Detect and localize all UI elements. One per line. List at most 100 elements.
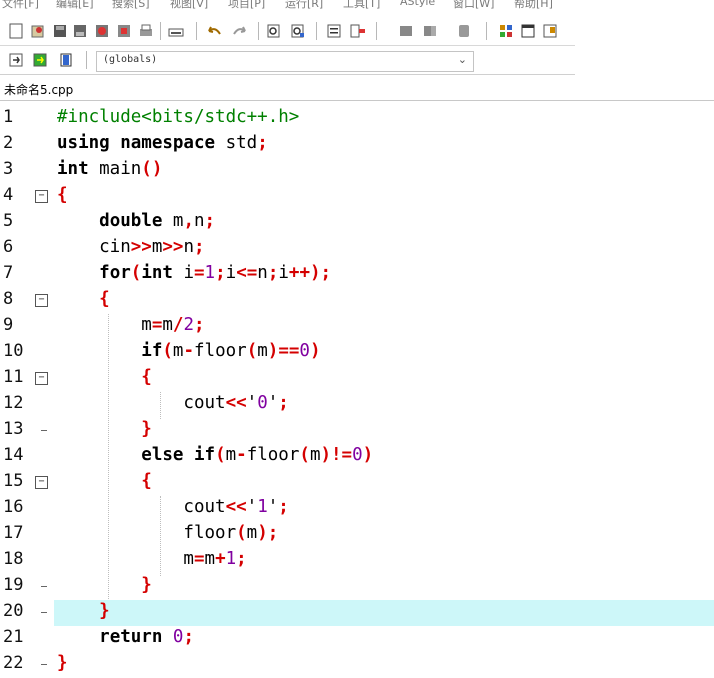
find-icon[interactable] [264, 21, 284, 41]
save-all-icon[interactable] [70, 21, 90, 41]
code-line: 10 if(m-floor(m)==0) [0, 340, 714, 366]
line-number: 6 [3, 237, 14, 257]
line-number: 12 [3, 393, 24, 413]
code-text: double m,n; [99, 211, 216, 231]
menu-run[interactable]: 运行[R] [285, 0, 323, 11]
main-toolbar [0, 17, 575, 46]
fold-end-marker [41, 664, 47, 665]
code-line: 2 using namespace std; [0, 132, 714, 158]
close-file-icon[interactable] [92, 21, 112, 41]
current-code-line: 20 } [0, 600, 714, 626]
code-editor[interactable]: 1 #include<bits/stdc++.h> 2 using namesp… [0, 106, 714, 678]
line-number: 16 [3, 497, 24, 517]
code-text: #include<bits/stdc++.h> [57, 107, 300, 127]
code-line: 5 double m,n; [0, 210, 714, 236]
unindent-icon[interactable] [348, 21, 368, 41]
menu-edit[interactable]: 编辑[E] [56, 0, 94, 11]
fold-end-marker [41, 612, 47, 613]
close-all-icon[interactable] [114, 21, 134, 41]
line-number: 5 [3, 211, 14, 231]
code-line: 6 cin>>m>>n; [0, 236, 714, 262]
line-number: 22 [3, 653, 24, 673]
code-text: cout<<'1'; [57, 497, 289, 517]
print-setup-icon[interactable] [166, 21, 186, 41]
code-text: { [141, 471, 152, 491]
menu-bar: 文件[F] 编辑[E] 搜索[S] 视图[V] 项目[P] 运行[R] 工具[T… [0, 0, 714, 16]
code-text: } [57, 653, 68, 673]
fold-end-marker [41, 430, 47, 431]
line-number: 19 [3, 575, 24, 595]
scope-combo[interactable]: (globals) ⌄ [96, 51, 474, 72]
print-icon[interactable] [136, 21, 156, 41]
fold-toggle-icon[interactable]: − [35, 476, 48, 489]
code-text: } [99, 601, 110, 621]
code-line: 9 m=m/2; [0, 314, 714, 340]
menu-help[interactable]: 帮助[H] [514, 0, 553, 11]
code-text: using namespace std; [57, 133, 268, 153]
line-number: 13 [3, 419, 24, 439]
new-file-icon[interactable] [6, 21, 26, 41]
code-line: 4 − { [0, 184, 714, 210]
menu-window[interactable]: 窗口[W] [453, 0, 494, 11]
line-number: 11 [3, 367, 24, 387]
goto-icon[interactable] [6, 50, 26, 70]
window-icon[interactable] [518, 21, 538, 41]
code-line: 11 − { [0, 366, 714, 392]
code-text: { [141, 367, 152, 387]
code-line: 12 cout<<'0'; [0, 392, 714, 418]
code-line: 1 #include<bits/stdc++.h> [0, 106, 714, 132]
line-number: 4 [3, 185, 14, 205]
save-icon[interactable] [50, 21, 70, 41]
line-number: 1 [3, 107, 14, 127]
code-line: 3 int main() [0, 158, 714, 184]
scope-combo-value: (globals) [103, 54, 158, 65]
line-number: 14 [3, 445, 24, 465]
fold-toggle-icon[interactable]: − [35, 294, 48, 307]
insert-icon[interactable] [30, 50, 50, 70]
project-options-icon[interactable] [540, 21, 560, 41]
line-number: 18 [3, 549, 24, 569]
code-line: 21 return 0; [0, 626, 714, 652]
code-text: } [141, 419, 152, 439]
menu-astyle[interactable]: AStyle [400, 0, 435, 8]
fold-toggle-icon[interactable]: − [35, 372, 48, 385]
code-line: 22 } [0, 652, 714, 678]
indent-icon[interactable] [324, 21, 344, 41]
menu-view[interactable]: 视图[V] [170, 0, 208, 11]
debug-icon[interactable] [454, 21, 474, 41]
menu-project[interactable]: 项目[P] [228, 0, 265, 11]
code-text: { [57, 185, 68, 205]
code-text: } [141, 575, 152, 595]
class-browser-icon[interactable] [496, 21, 516, 41]
code-text: int main() [57, 159, 163, 179]
code-line: 17 floor(m); [0, 522, 714, 548]
line-number: 3 [3, 159, 14, 179]
bookmark-icon[interactable] [56, 50, 76, 70]
menu-tools[interactable]: 工具[T] [343, 0, 380, 11]
line-number: 21 [3, 627, 24, 647]
line-number: 9 [3, 315, 14, 335]
line-number: 17 [3, 523, 24, 543]
code-text: m=m/2; [57, 315, 205, 335]
menu-search[interactable]: 搜索[S] [112, 0, 150, 11]
fold-toggle-icon[interactable]: − [35, 190, 48, 203]
code-text: for(int i=1;i<=n;i++); [99, 263, 332, 283]
chevron-down-icon[interactable]: ⌄ [458, 53, 467, 66]
tab-file[interactable]: 未命名5.cpp [0, 80, 77, 100]
line-number: 15 [3, 471, 24, 491]
compile-icon[interactable] [396, 21, 416, 41]
redo-icon[interactable] [230, 21, 250, 41]
replace-icon[interactable] [288, 21, 308, 41]
code-line: 18 m=m+1; [0, 548, 714, 574]
line-number: 8 [3, 289, 14, 309]
open-file-icon[interactable] [28, 21, 48, 41]
code-text: cout<<'0'; [57, 393, 289, 413]
code-line: 16 cout<<'1'; [0, 496, 714, 522]
menu-file[interactable]: 文件[F] [2, 0, 39, 11]
undo-icon[interactable] [204, 21, 224, 41]
code-line: 15 − { [0, 470, 714, 496]
code-text: cin>>m>>n; [57, 237, 205, 257]
line-number: 20 [3, 601, 24, 621]
file-tab-bar: 未命名5.cpp [0, 78, 714, 101]
run-icon[interactable] [420, 21, 440, 41]
